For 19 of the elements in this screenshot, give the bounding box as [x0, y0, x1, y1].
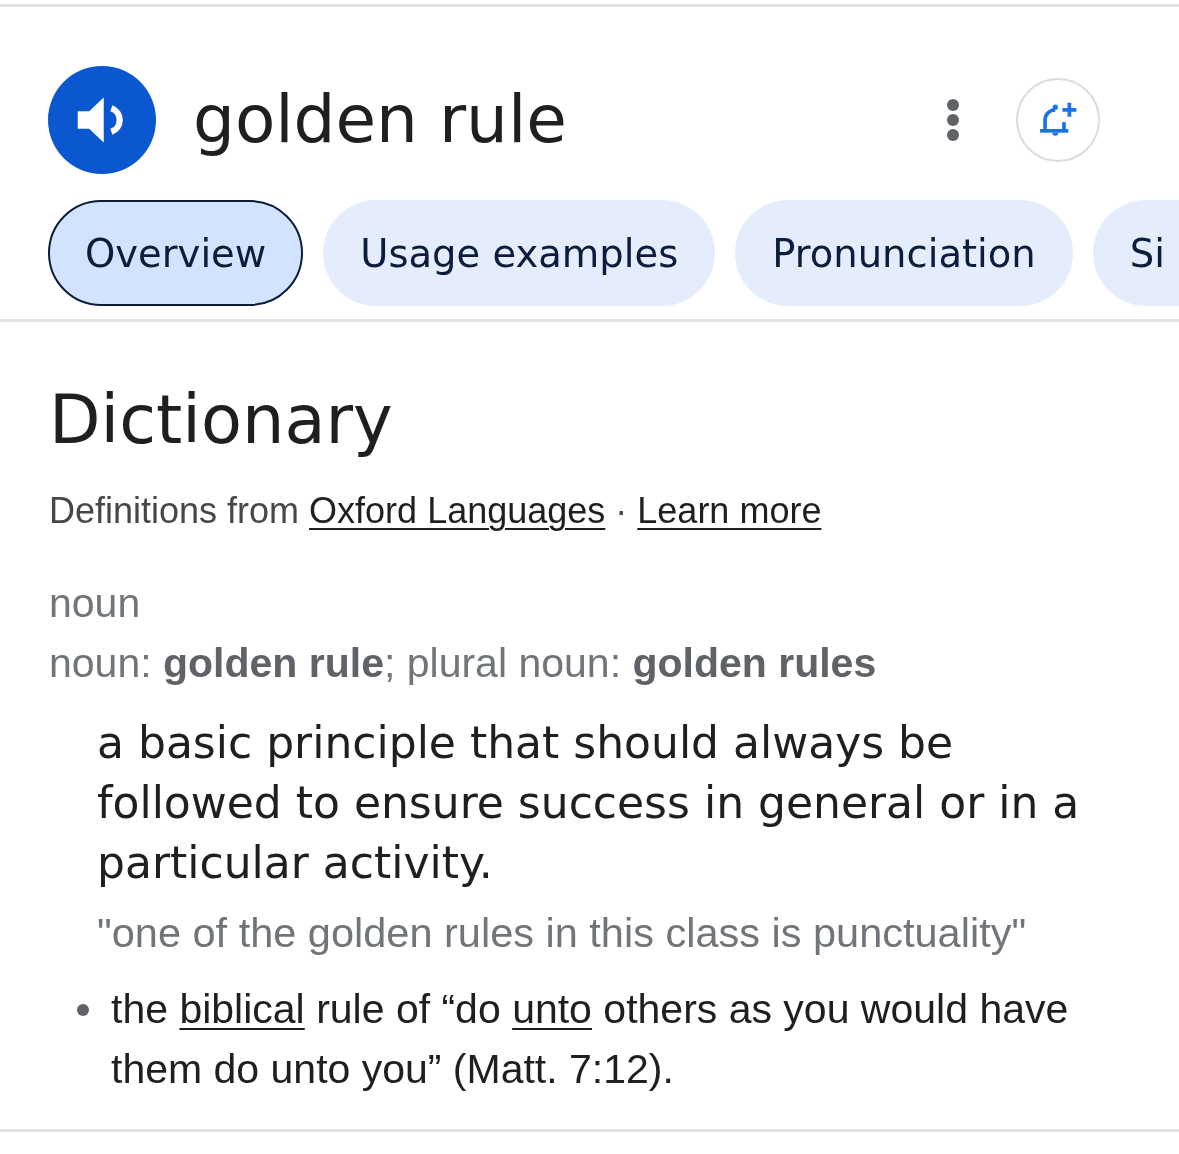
text-link[interactable]: Oxford Languages	[309, 490, 606, 531]
section-heading: Dictionary	[49, 380, 394, 461]
text-link[interactable]: biblical	[179, 986, 305, 1032]
tab[interactable]: Overview	[48, 200, 304, 306]
bullet-icon	[77, 1004, 89, 1016]
tab[interactable]: Usage examples	[323, 200, 716, 306]
text-link[interactable]: unto	[512, 986, 592, 1032]
word-forms: noun: golden rule; plural noun: golden rules	[49, 639, 878, 688]
tab[interactable]: Si	[1092, 200, 1179, 306]
source-line: Definitions from Oxford Languages · Learn more	[49, 489, 823, 533]
text-link[interactable]: Learn more	[637, 490, 822, 531]
subsense-text: the biblical rule of “do unto others as you would have them do unto you” (Matt. 7:12).	[111, 985, 1070, 1094]
definition-text: a basic principle that should always be followed to ensure success in general or in a particular activity.	[97, 716, 1081, 890]
more-menu-icon[interactable]	[946, 98, 960, 142]
bell-plus-icon	[1039, 101, 1077, 139]
tab[interactable]: Pronunciation	[735, 200, 1073, 306]
part-of-speech: noun	[49, 579, 142, 628]
title: golden rule	[193, 80, 568, 160]
example-sentence: "one of the golden rules in this class is punctuality"	[97, 908, 1028, 958]
